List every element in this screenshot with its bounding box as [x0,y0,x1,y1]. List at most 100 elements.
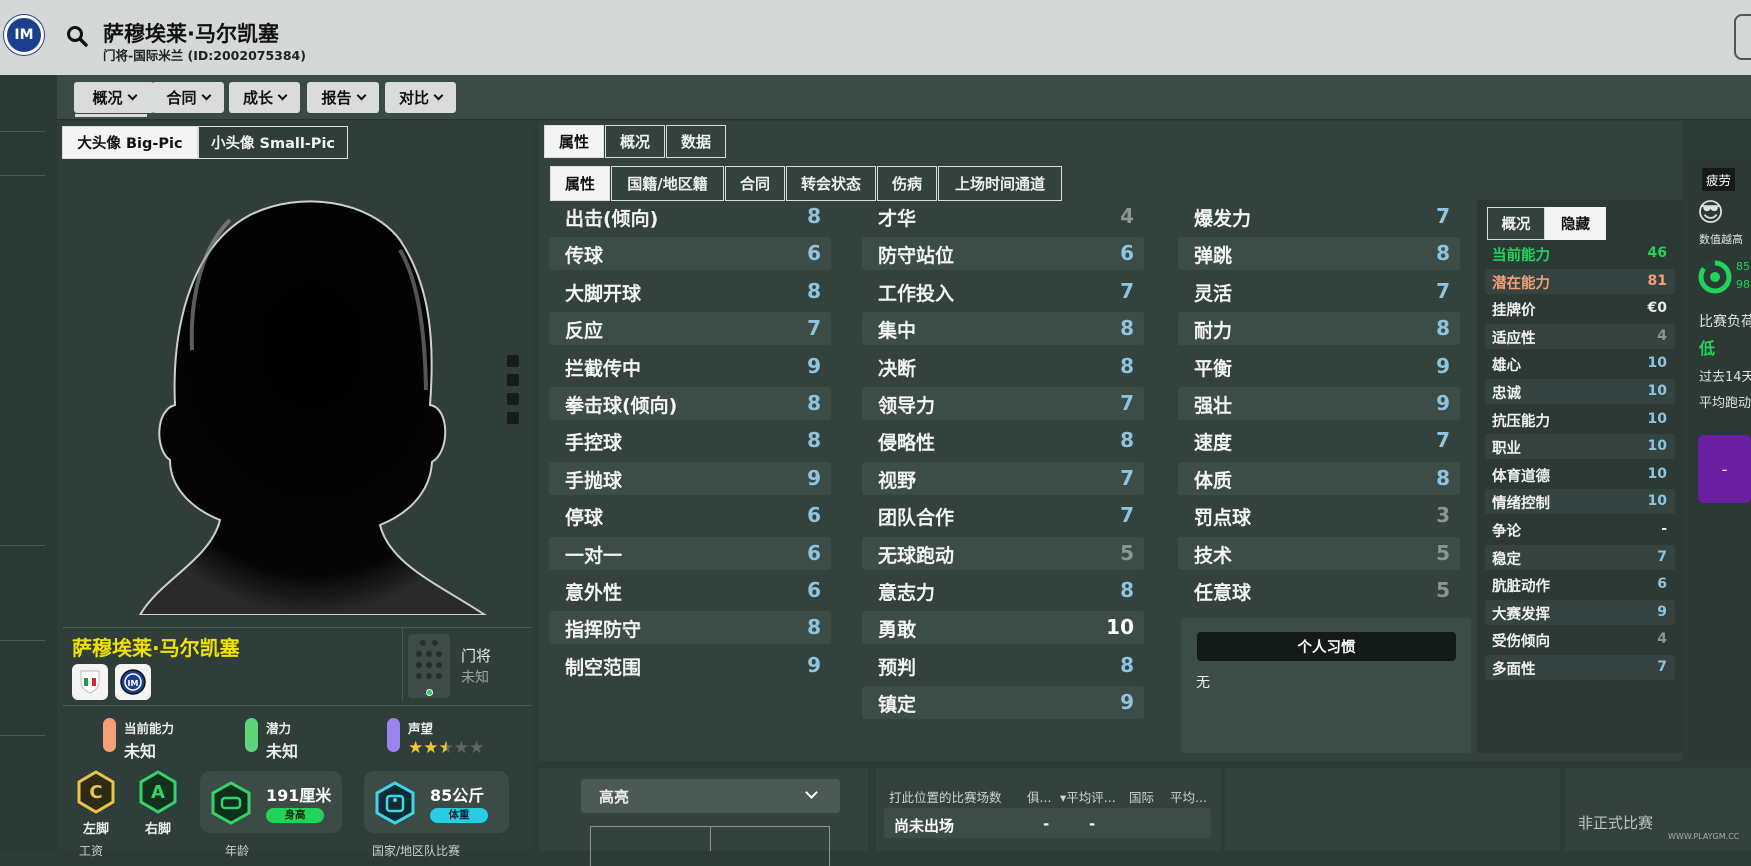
attribute-row[interactable]: 平衡 9 [1178,350,1460,383]
tab-hidden[interactable]: 隐藏 [1545,207,1606,240]
subtab-playing-time[interactable]: 上场时间通道 [938,166,1062,201]
hidden-attribute-name: 雄心 [1492,358,1521,375]
hidden-attribute-name: 多面性 [1492,662,1536,678]
attribute-value: 7 [1120,503,1134,528]
subtab-attributes[interactable]: 属性 [550,166,610,201]
hidden-attribute-row: 潜在能力 81 [1485,268,1675,294]
handle-icon[interactable] [507,393,519,405]
attribute-row[interactable]: 体质 8 [1178,461,1460,495]
hidden-attribute-row: 情绪控制 10 [1485,489,1675,515]
attribute-row[interactable]: 镇定 9 [862,686,1144,720]
tab-overview[interactable]: 概况 [74,82,154,113]
tab-development[interactable]: 成长 [229,82,300,113]
attribute-name: 一对一 [565,544,623,567]
tab-stats[interactable]: 数据 [666,125,726,158]
attribute-row[interactable]: 才华 4 [862,200,1144,233]
attribute-row[interactable]: 强壮 9 [1178,387,1460,420]
attribute-row[interactable]: 预判 8 [862,649,1144,682]
tab-label: 对比 [398,89,429,107]
table-header[interactable]: 国际 [1129,787,1154,806]
attribute-row[interactable]: 速度 7 [1178,424,1460,457]
attribute-row[interactable]: 一对一 6 [549,536,831,570]
table-header[interactable]: 平均... [1170,787,1207,806]
attribute-name: 出击(倾向) [565,208,659,230]
attribute-row[interactable]: 制空范围 9 [549,649,831,682]
attribute-value: 8 [1120,428,1134,453]
attribute-row[interactable]: 反应 7 [549,312,831,346]
attribute-row[interactable]: 传球 6 [549,237,831,271]
handle-icon[interactable] [507,412,519,424]
attribute-row[interactable]: 侵略性 8 [862,424,1144,457]
attribute-row[interactable]: 弹跳 8 [1178,237,1460,271]
potential-value: 未知 [266,742,299,761]
attribute-row[interactable]: 出击(倾向) 8 [549,200,831,233]
table-header[interactable]: 打此位置的比赛场数 [889,787,1002,806]
club-logo-icon[interactable]: IM [4,15,44,55]
attribute-row[interactable]: 灵活 7 [1178,275,1460,308]
attribute-row[interactable]: 手控球 8 [549,424,831,457]
attribute-value: 7 [1120,465,1134,490]
table-header[interactable]: 俱... [1027,787,1051,806]
tab-hidden-overview[interactable]: 概况 [1487,207,1545,240]
subtab-nationality[interactable]: 国籍/地区籍 [611,166,724,201]
header-right-button[interactable] [1734,14,1751,60]
subtab-injury[interactable]: 伤病 [877,166,937,201]
weight-card: 85公斤 体重 [364,771,509,833]
tab-label: 成长 [242,89,273,107]
attribute-value: 8 [1120,578,1134,602]
tab-contract[interactable]: 合同 [152,82,224,113]
attribute-row[interactable]: 工作投入 7 [862,275,1144,308]
attribute-row[interactable]: 意志力 8 [862,574,1144,607]
attribute-row[interactable]: 集中 8 [862,312,1144,346]
potential-label: 潜力 [266,721,292,736]
attribute-value: 7 [1436,204,1450,228]
big-pic-tab[interactable]: 大头像 Big-Pic [62,126,198,159]
tab-reports[interactable]: 报告 [307,82,379,113]
attribute-row[interactable]: 拦截传中 9 [549,350,831,383]
attribute-row[interactable]: 领导力 7 [862,387,1144,420]
hidden-attribute-row: 受伤倾向 4 [1485,627,1675,652]
small-pic-tab[interactable]: 小头像 Small-Pic [198,126,348,159]
table-header[interactable]: ▾平均评... [1060,787,1116,806]
attribute-row[interactable]: 罚点球 3 [1178,499,1460,532]
attribute-row[interactable]: 团队合作 7 [862,499,1144,532]
habits-value: 无 [1196,675,1210,691]
attribute-row[interactable]: 拳击球(倾向) 8 [549,387,831,420]
attribute-row[interactable]: 爆发力 7 [1178,200,1460,233]
svg-text:IM: IM [128,679,139,688]
attribute-row[interactable]: 任意球 5 [1178,574,1460,607]
subtab-contract[interactable]: 合同 [725,166,785,201]
attribute-row[interactable]: 无球跑动 5 [862,536,1144,570]
reputation-label: 声望 [408,721,434,736]
tab-overview2[interactable]: 概况 [605,125,665,158]
attribute-row[interactable]: 指挥防守 8 [549,611,831,645]
attribute-row[interactable]: 勇敢 10 [862,611,1144,645]
subtab-transfer[interactable]: 转会状态 [786,166,876,201]
handle-icon[interactable] [507,374,519,386]
hidden-attribute-name: 情绪控制 [1492,496,1550,513]
attribute-name: 传球 [565,245,604,268]
attribute-name: 拳击球(倾向) [565,395,678,417]
attribute-row[interactable]: 停球 6 [549,499,831,532]
attribute-row[interactable]: 大脚开球 8 [549,275,831,308]
handle-icon[interactable] [507,355,519,367]
position-sub: 未知 [461,670,489,686]
attribute-value: 8 [807,204,821,228]
attribute-row[interactable]: 意外性 6 [549,574,831,607]
weight-value: 85公斤 [430,786,485,805]
attribute-row[interactable]: 视野 7 [862,461,1144,495]
hidden-attribute-value: 10 [1647,355,1667,372]
search-icon[interactable] [66,25,88,47]
left-foot-label: 左脚 [83,822,110,837]
attribute-row[interactable]: 技术 5 [1178,536,1460,570]
hidden-attribute-row: 体育道德 10 [1485,462,1675,487]
attribute-name: 视野 [878,469,917,492]
attribute-row[interactable]: 耐力 8 [1178,312,1460,346]
tab-attributes[interactable]: 属性 [544,125,604,158]
attribute-row[interactable]: 手抛球 9 [549,461,831,495]
highlight-select[interactable]: 高亮 [581,779,840,813]
attribute-row[interactable]: 决断 8 [862,350,1144,383]
reputation-stars: ★★★★★ [408,738,484,757]
attribute-row[interactable]: 防守站位 6 [862,237,1144,271]
tab-compare[interactable]: 对比 [385,82,456,113]
